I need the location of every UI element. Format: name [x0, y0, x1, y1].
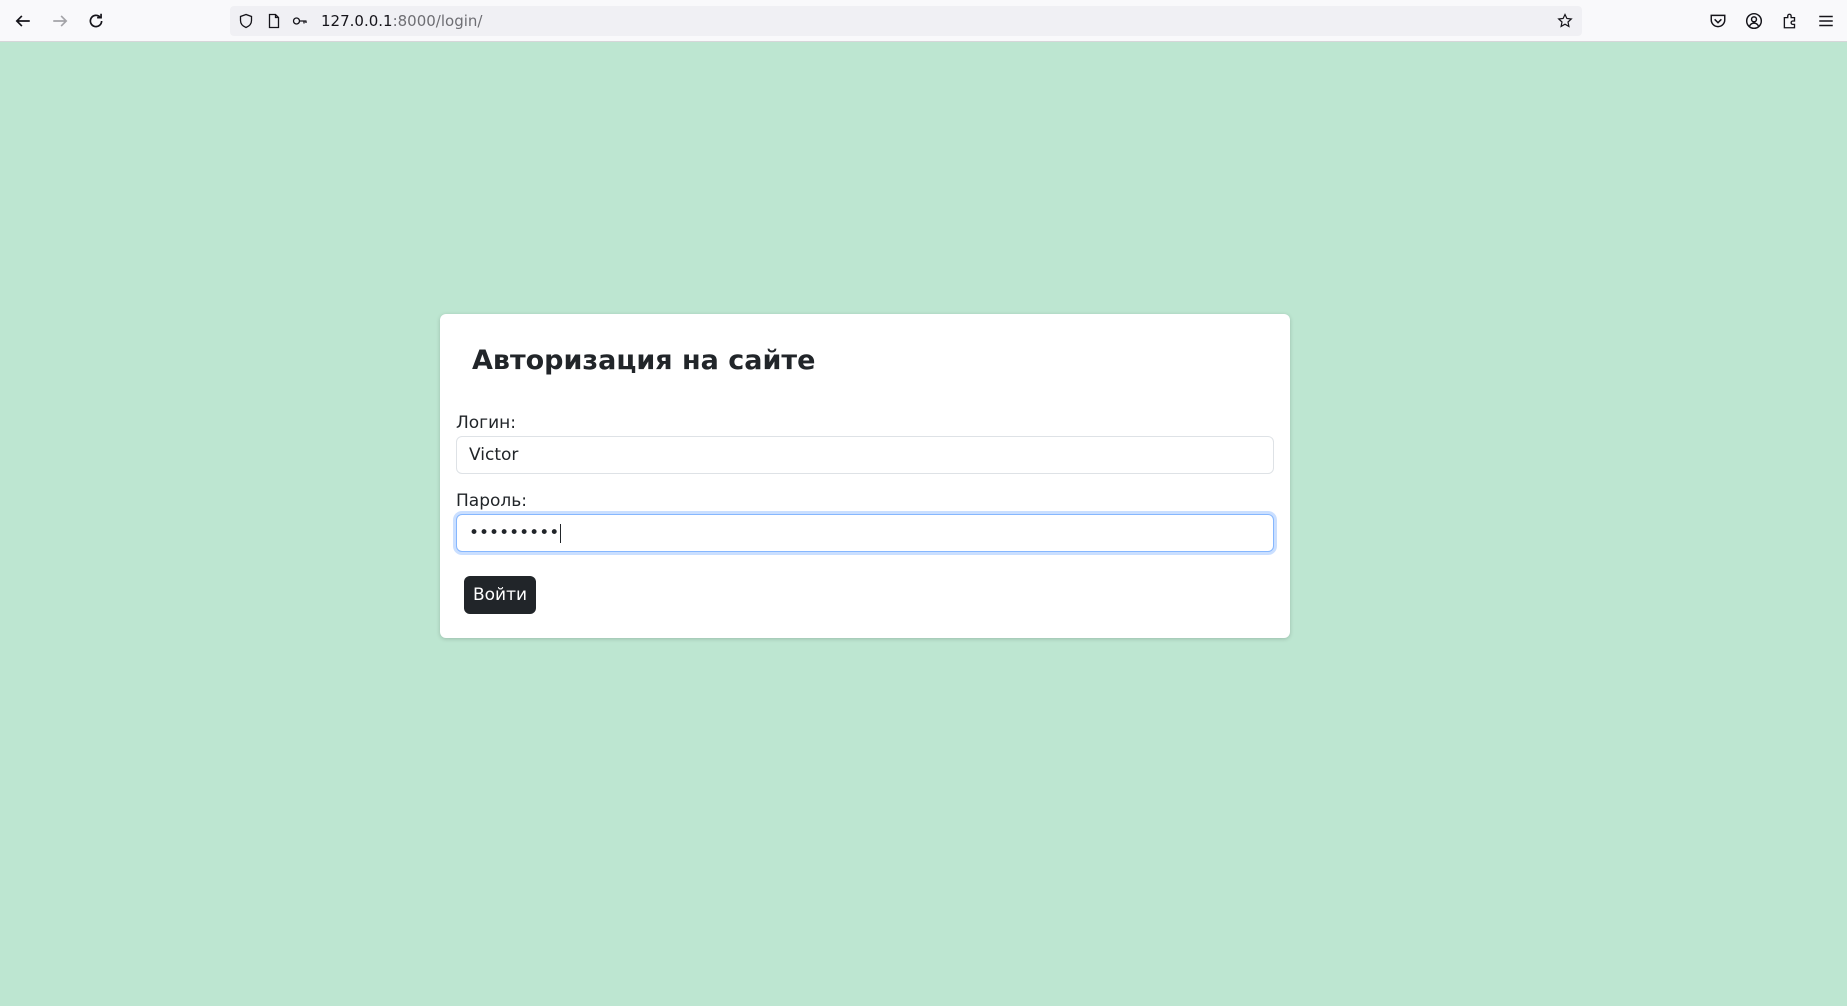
url-path: :8000/login/ — [392, 12, 483, 30]
pocket-icon — [1710, 14, 1726, 28]
app-menu-button[interactable] — [1813, 9, 1839, 33]
username-label: Логин: — [456, 413, 517, 433]
username-input[interactable]: Victor — [456, 436, 1274, 474]
star-icon[interactable] — [1557, 13, 1573, 29]
hamburger-menu-icon — [1819, 15, 1833, 27]
login-title: Авторизация на сайте — [472, 345, 816, 376]
account-button[interactable] — [1741, 9, 1767, 33]
forward-arrow-icon — [53, 15, 68, 27]
password-input[interactable]: ••••••••• — [456, 514, 1274, 552]
reload-icon — [89, 13, 103, 28]
password-label: Пароль: — [456, 491, 528, 511]
url-text[interactable]: 127.0.0.1:8000/login/ — [321, 6, 482, 36]
key-icon — [292, 17, 307, 25]
back-arrow-icon — [15, 15, 30, 27]
password-value: ••••••••• — [469, 523, 560, 543]
username-value: Victor — [469, 445, 519, 465]
text-caret — [560, 523, 562, 543]
shield-icon — [239, 13, 253, 29]
account-icon — [1745, 12, 1763, 30]
login-button[interactable]: Войти — [464, 576, 536, 614]
browser-toolbar: 127.0.0.1:8000/login/ — [0, 0, 1847, 42]
login-card: Авторизация на сайте Логин: Victor Парол… — [440, 314, 1290, 638]
address-bar[interactable]: 127.0.0.1:8000/login/ — [230, 6, 1582, 36]
back-button[interactable] — [10, 9, 36, 33]
page-icon — [268, 13, 280, 29]
pocket-button[interactable] — [1705, 9, 1731, 33]
extensions-icon — [1783, 13, 1796, 29]
url-host: 127.0.0.1 — [321, 12, 393, 30]
forward-button[interactable] — [47, 9, 73, 33]
reload-button[interactable] — [83, 9, 109, 33]
extensions-button[interactable] — [1777, 9, 1803, 33]
